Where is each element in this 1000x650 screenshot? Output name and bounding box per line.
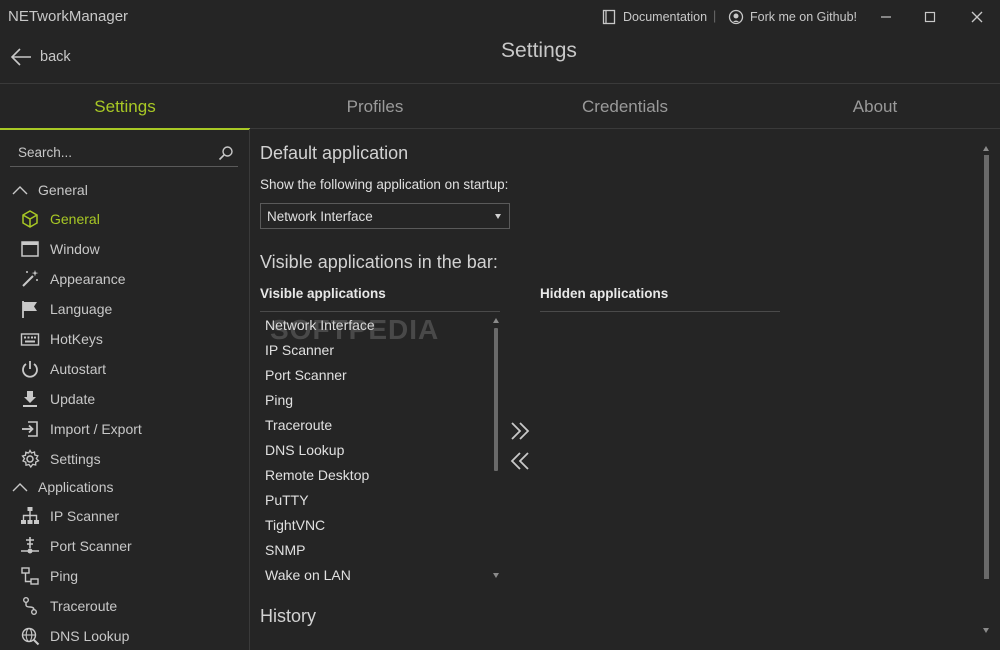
- cube-icon: [22, 210, 38, 228]
- tab-credentials[interactable]: Credentials: [500, 84, 750, 129]
- search-input[interactable]: [18, 145, 198, 160]
- list-item[interactable]: Ping: [265, 392, 293, 408]
- flag-icon: [22, 301, 37, 318]
- maximize-button[interactable]: [916, 6, 944, 28]
- import-icon: [22, 421, 38, 437]
- tab-settings[interactable]: Settings: [0, 84, 250, 130]
- github-label: Fork me on Github!: [750, 10, 857, 24]
- double-chevron-right-icon: [511, 422, 530, 440]
- network-tree-icon: [21, 507, 39, 524]
- app-title: NETworkManager: [8, 8, 129, 25]
- documentation-link[interactable]: Documentation: [601, 9, 707, 25]
- softpedia-watermark: SOFTPEDIA: [270, 314, 440, 345]
- hidden-applications-header: Hidden applications: [540, 286, 669, 301]
- page-title: Settings: [501, 39, 577, 62]
- hidden-applications-list[interactable]: [532, 316, 780, 586]
- startup-label: Show the following application on startu…: [260, 177, 509, 192]
- main-scroll-up-icon[interactable]: [983, 146, 989, 151]
- keyboard-icon: [20, 333, 40, 346]
- group-header-general[interactable]: General: [12, 182, 88, 198]
- double-chevron-left-icon: [510, 452, 529, 470]
- list-scroll-down-icon[interactable]: [493, 573, 499, 578]
- tab-about[interactable]: About: [750, 84, 1000, 129]
- startup-application-dropdown[interactable]: Network Interface: [260, 203, 510, 229]
- list-scroll-up-icon[interactable]: [493, 318, 499, 323]
- sidebar-item-general[interactable]: General: [20, 207, 100, 231]
- list-item[interactable]: SNMP: [265, 542, 305, 558]
- close-icon: [971, 11, 983, 23]
- chevron-up-icon: [12, 186, 28, 195]
- visible-applications-heading: Visible applications in the bar:: [260, 252, 498, 272]
- settings-tabs: Settings Profiles Credentials About: [0, 83, 1000, 130]
- sidebar-item-traceroute[interactable]: Traceroute: [20, 594, 117, 618]
- sidebar-item-settings[interactable]: Settings: [20, 447, 101, 471]
- list-scrollbar-thumb[interactable]: [494, 328, 498, 471]
- sidebar-item-dns-lookup[interactable]: DNS Lookup: [20, 624, 129, 648]
- search-box[interactable]: [10, 139, 238, 167]
- github-link[interactable]: Fork me on Github!: [728, 9, 857, 25]
- main-scrollbar-thumb[interactable]: [984, 155, 989, 579]
- group-label: General: [38, 182, 88, 198]
- sidebar-item-appearance[interactable]: Appearance: [20, 267, 126, 291]
- move-to-visible-button[interactable]: [509, 450, 531, 472]
- sidebar-item-update[interactable]: Update: [20, 387, 95, 411]
- maximize-icon: [924, 11, 936, 23]
- sidebar-item-language[interactable]: Language: [20, 297, 112, 321]
- sidebar-item-port-scanner[interactable]: Port Scanner: [20, 534, 132, 558]
- book-icon: [602, 9, 616, 25]
- main-scroll-down-icon[interactable]: [983, 628, 989, 633]
- dropdown-arrow-icon: [495, 213, 501, 219]
- close-button[interactable]: [963, 6, 991, 28]
- sidebar-item-ping[interactable]: Ping: [20, 564, 78, 588]
- globe-search-icon: [21, 627, 40, 646]
- titlebar-separator: |: [713, 9, 717, 23]
- sidebar: General General Window Appearance Langua…: [0, 129, 250, 650]
- search-icon[interactable]: [218, 145, 234, 161]
- sidebar-item-window[interactable]: Window: [20, 237, 100, 261]
- sidebar-item-ip-scanner[interactable]: IP Scanner: [20, 504, 119, 528]
- group-header-applications[interactable]: Applications: [12, 479, 114, 495]
- github-icon: [728, 9, 744, 25]
- magic-wand-icon: [22, 270, 39, 287]
- minimize-icon: [881, 16, 891, 18]
- chevron-up-icon: [12, 483, 28, 492]
- port-icon: [21, 537, 39, 554]
- group-label: Applications: [38, 479, 114, 495]
- gear-icon: [21, 449, 40, 469]
- visible-applications-list[interactable]: Network Interface IP Scanner Port Scanner P…: [260, 316, 500, 586]
- download-icon: [23, 391, 37, 407]
- list-item[interactable]: PuTTY: [265, 492, 309, 508]
- list-item[interactable]: Traceroute: [265, 417, 332, 433]
- route-icon: [23, 597, 37, 615]
- move-to-hidden-button[interactable]: [509, 420, 531, 442]
- visible-header-divider: [260, 311, 500, 312]
- sidebar-item-hotkeys[interactable]: HotKeys: [20, 327, 103, 351]
- ping-icon: [21, 567, 39, 585]
- list-item[interactable]: TightVNC: [265, 517, 325, 533]
- power-icon: [22, 361, 38, 378]
- startup-selected-value: Network Interface: [267, 208, 373, 224]
- tab-profiles[interactable]: Profiles: [250, 84, 500, 129]
- sidebar-item-autostart[interactable]: Autostart: [20, 357, 106, 381]
- list-item[interactable]: Port Scanner: [265, 367, 347, 383]
- list-item[interactable]: Wake on LAN: [265, 567, 351, 583]
- list-item[interactable]: Remote Desktop: [265, 467, 369, 483]
- default-application-heading: Default application: [260, 143, 409, 163]
- window-icon: [21, 241, 39, 257]
- history-heading: History: [260, 606, 317, 626]
- minimize-button[interactable]: [872, 6, 900, 28]
- hidden-header-divider: [540, 311, 780, 312]
- sidebar-item-import-export[interactable]: Import / Export: [20, 417, 142, 441]
- list-item[interactable]: DNS Lookup: [265, 442, 344, 458]
- visible-applications-header: Visible applications: [260, 286, 386, 301]
- documentation-label: Documentation: [623, 10, 708, 24]
